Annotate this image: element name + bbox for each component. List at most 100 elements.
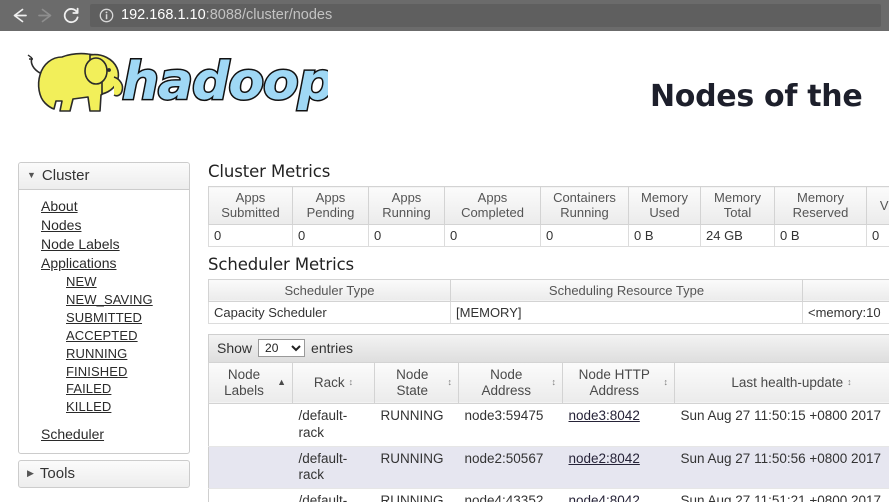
scheduler-metrics-table: Scheduler Type Scheduling Resource Type … <box>208 278 889 324</box>
col-memory-reserved: Memory Reserved <box>774 186 867 225</box>
cell-node-labels <box>208 445 293 489</box>
sidebar-item-accepted[interactable]: ACCEPTED <box>19 327 189 345</box>
col-apps-running: Apps Running <box>368 186 445 225</box>
sidebar-item-nodes[interactable]: Nodes <box>19 216 189 235</box>
triangle-down-icon: ▼ <box>27 170 36 180</box>
val-memory-reserved: 0 B <box>774 223 867 247</box>
col-apps-submitted: Apps Submitted <box>208 186 293 225</box>
sort-both-icon: ↕ <box>663 377 669 388</box>
sidebar-item-submitted[interactable]: SUBMITTED <box>19 309 189 327</box>
col-node-state-label: Node State <box>396 366 429 398</box>
nodes-table-header-row: Node Labels ▲ Rack ↕ Node State ↕ Node A… <box>208 361 889 404</box>
sort-both-icon: ↕ <box>348 377 354 388</box>
browser-toolbar: 192.168.1.10:8088/cluster/nodes <box>0 0 889 31</box>
col-rack[interactable]: Rack ↕ <box>292 361 375 404</box>
sort-both-icon: ↕ <box>551 377 557 388</box>
sidebar-item-finished[interactable]: FINISHED <box>19 363 189 381</box>
cluster-metrics-table: Apps Submitted Apps Pending Apps Running… <box>208 186 889 247</box>
val-containers-running: 0 <box>540 223 629 247</box>
col-node-labels[interactable]: Node Labels ▲ <box>208 361 293 404</box>
node-http-link[interactable]: node4:8042 <box>569 493 640 502</box>
scheduler-metrics-title: Scheduler Metrics <box>208 254 355 274</box>
address-bar[interactable]: 192.168.1.10:8088/cluster/nodes <box>90 4 881 27</box>
col-node-address[interactable]: Node Address ↕ <box>458 361 563 404</box>
reload-icon <box>61 6 81 26</box>
table-row[interactable]: /default-rack RUNNING node4:43352 node4:… <box>208 488 889 502</box>
col-rack-label: Rack <box>313 374 345 390</box>
arrow-left-icon <box>10 6 29 25</box>
val-scheduling-resource-type: [MEMORY] <box>450 300 803 324</box>
sort-both-icon: ↕ <box>847 377 852 388</box>
cell-rack: /default-rack <box>292 402 375 447</box>
val-apps-running: 0 <box>368 223 445 247</box>
tools-panel: ▶ Tools <box>18 460 190 489</box>
val-memory-total: 24 GB <box>700 223 775 247</box>
cell-node-labels <box>208 402 293 447</box>
col-node-labels-label: Node Labels <box>224 366 264 398</box>
sidebar-item-new[interactable]: NEW <box>19 273 189 291</box>
cell-node-address: node2:50567 <box>458 445 563 489</box>
col-node-http-address[interactable]: Node HTTP Address ↕ <box>562 361 675 404</box>
page-title: Nodes of the <box>650 79 863 114</box>
node-http-link[interactable]: node3:8042 <box>569 408 640 423</box>
main-content: Cluster Metrics Apps Submitted Apps Pend… <box>208 162 889 502</box>
sidebar-item-applications[interactable]: Applications <box>19 254 189 273</box>
table-row[interactable]: /default-rack RUNNING node2:50567 node2:… <box>208 445 889 489</box>
sidebar-item-about[interactable]: About <box>19 197 189 216</box>
col-apps-pending: Apps Pending <box>292 186 369 225</box>
sidebar: ▼ Cluster About Nodes Node Labels Applic… <box>18 162 190 494</box>
reload-button[interactable] <box>58 3 84 29</box>
cluster-metrics-title: Cluster Metrics <box>208 162 331 181</box>
col-node-state[interactable]: Node State ↕ <box>374 361 459 404</box>
nodes-table: Node Labels ▲ Rack ↕ Node State ↕ Node A… <box>208 361 889 502</box>
triangle-right-icon: ▶ <box>27 468 34 479</box>
cell-node-address: node3:59475 <box>458 402 563 447</box>
col-node-http-address-label: Node HTTP Address <box>578 366 650 398</box>
sidebar-item-scheduler[interactable]: Scheduler <box>19 425 189 444</box>
info-circle-icon[interactable] <box>98 8 114 24</box>
nodes-table-panel: Show 20 40 60 80 100 entries <box>208 333 889 502</box>
cell-node-state: RUNNING <box>374 402 459 447</box>
hadoop-logo[interactable]: hadoop <box>18 39 337 119</box>
cluster-metrics-wrap: Apps Submitted Apps Pending Apps Running… <box>208 186 889 247</box>
sidebar-item-node-labels[interactable]: Node Labels <box>19 235 189 254</box>
cell-last-health-update: Sun Aug 27 11:51:21 +0800 2017 <box>674 488 889 502</box>
forward-button[interactable] <box>32 3 58 29</box>
val-apps-submitted: 0 <box>208 223 293 247</box>
scheduler-metrics-value-row: Capacity Scheduler [MEMORY] <memory:10 <box>208 300 889 324</box>
cell-last-health-update: Sun Aug 27 11:50:15 +0800 2017 <box>674 402 889 447</box>
sidebar-item-running[interactable]: RUNNING <box>19 345 189 363</box>
col-node-address-label: Node Address <box>481 366 532 398</box>
val-apps-completed: 0 <box>444 223 541 247</box>
show-entries-bar: Show 20 40 60 80 100 entries <box>208 333 889 362</box>
node-http-link[interactable]: node2:8042 <box>569 451 640 466</box>
cell-rack: /default-rack <box>292 445 375 489</box>
cluster-panel-body: About Nodes Node Labels Applications NEW… <box>19 190 189 453</box>
sidebar-item-new-saving[interactable]: NEW_SAVING <box>19 291 189 309</box>
sidebar-item-killed[interactable]: KILLED <box>19 398 189 416</box>
entries-per-page-select[interactable]: 20 40 60 80 100 <box>258 338 306 357</box>
col-last-health-update-label: Last health-update <box>731 374 844 390</box>
tools-panel-header[interactable]: ▶ Tools <box>19 461 189 488</box>
col-containers-running: Containers Running <box>540 186 629 225</box>
back-button[interactable] <box>6 3 32 29</box>
scheduler-metrics-wrap: Scheduler Type Scheduling Resource Type … <box>208 278 889 324</box>
cell-node-http-address: node4:8042 <box>562 488 675 502</box>
col-last-health-update[interactable]: Last health-update ↕ <box>674 361 889 404</box>
val-vcores-used: 0 <box>866 223 889 247</box>
elephant-glyph <box>27 52 124 112</box>
sidebar-item-failed[interactable]: FAILED <box>19 380 189 398</box>
val-memory-used: 0 B <box>628 223 701 247</box>
val-apps-pending: 0 <box>292 223 369 247</box>
cluster-panel-header[interactable]: ▼ Cluster <box>19 163 189 190</box>
cluster-metrics-value-row: 0 0 0 0 0 0 B 24 GB 0 B 0 <box>208 223 889 247</box>
val-minimum-allocation: <memory:10 <box>802 300 889 324</box>
cell-node-state: RUNNING <box>374 445 459 489</box>
cell-last-health-update: Sun Aug 27 11:50:56 +0800 2017 <box>674 445 889 489</box>
table-row[interactable]: /default-rack RUNNING node3:59475 node3:… <box>208 402 889 447</box>
cluster-panel: ▼ Cluster About Nodes Node Labels Applic… <box>18 162 190 455</box>
logo-wordmark: hadoop <box>122 52 328 112</box>
address-bar-text: 192.168.1.10:8088/cluster/nodes <box>121 8 332 23</box>
val-scheduler-type: Capacity Scheduler <box>208 300 451 324</box>
